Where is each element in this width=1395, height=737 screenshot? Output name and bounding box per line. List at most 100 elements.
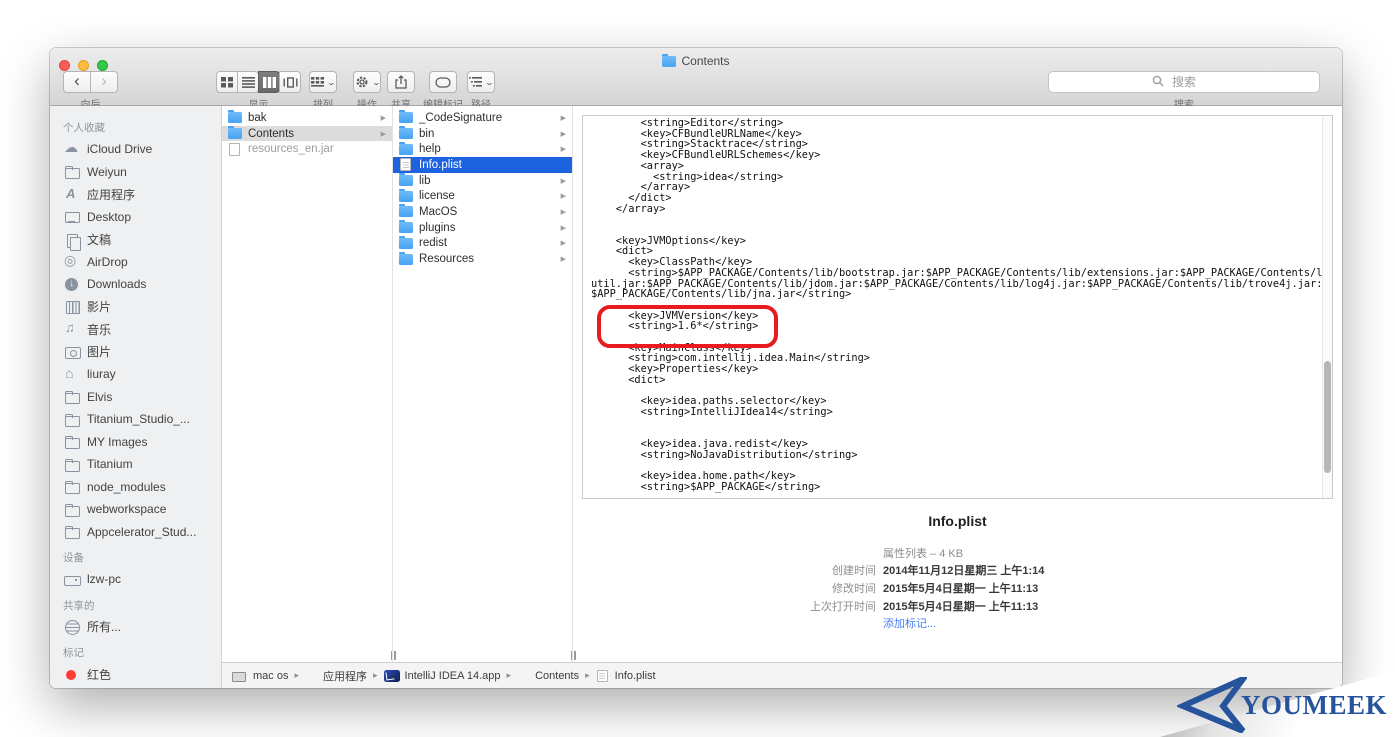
sidebar-item-label: MY Images	[87, 435, 147, 449]
action-button[interactable]: ⌄	[353, 71, 381, 93]
sidebar-item[interactable]: Titanium	[50, 453, 221, 476]
breadcrumb-item[interactable]: IntelliJ IDEA 14.app	[367, 670, 501, 682]
sidebar-item-label: 图片	[87, 343, 111, 360]
column-view-icon	[263, 77, 276, 88]
icon-view-button[interactable]	[216, 71, 238, 93]
search-input[interactable]	[1048, 71, 1320, 93]
finder-window: Contents ‹ › 向后	[50, 48, 1342, 688]
blue-folder-icon	[228, 112, 242, 123]
file-row[interactable]: license ▶	[393, 188, 572, 204]
back-button[interactable]: ‹	[63, 71, 91, 93]
watermark-text: YOUMEEK	[1241, 690, 1387, 721]
info-value: 2015年5月4日星期一 上午11:13	[883, 580, 1038, 596]
sidebar-item[interactable]: iCloud Drive	[50, 138, 221, 161]
grid-view-icon	[221, 77, 234, 88]
share-button[interactable]	[387, 71, 415, 93]
sidebar-item[interactable]: lzw-pc	[50, 568, 221, 591]
gray-folder-icon	[64, 389, 80, 404]
sidebar-item[interactable]: Titanium_Studio_...	[50, 408, 221, 431]
share-icon	[395, 75, 407, 89]
chevron-down-icon: ⌄	[327, 78, 336, 87]
file-row[interactable]: redist ▶	[393, 236, 572, 252]
arrange-button[interactable]: ⌄	[309, 71, 337, 93]
sidebar-item[interactable]: Elvis	[50, 386, 221, 409]
file-row[interactable]: help ▶	[393, 141, 572, 157]
blue-folder-icon	[399, 238, 413, 249]
sidebar-item[interactable]: 红色	[50, 663, 221, 686]
forward-button[interactable]: ›	[90, 71, 118, 93]
desktop-background: Contents ‹ › 向后	[0, 0, 1395, 737]
sidebar-item[interactable]: 音乐	[50, 318, 221, 341]
column-resize-handle[interactable]	[568, 651, 578, 660]
preview-scrollbar-thumb[interactable]	[1324, 361, 1331, 473]
file-info-row: 修改时间 2015年5月4日星期一 上午11:13	[574, 579, 1342, 597]
path-button[interactable]: ⌄	[467, 71, 495, 93]
airdrop-icon	[64, 254, 80, 269]
sidebar-item[interactable]: Desktop	[50, 206, 221, 229]
sidebar-item[interactable]: liuray	[50, 363, 221, 386]
arrange-icon	[311, 77, 324, 87]
file-row[interactable]: Info.plist	[393, 157, 572, 173]
file-row[interactable]: bak ▶	[222, 110, 392, 126]
sidebar-item-label: Appcelerator_Stud...	[87, 525, 196, 539]
file-name: license	[419, 190, 561, 202]
sidebar-item[interactable]: 文稿	[50, 228, 221, 251]
sidebar-item[interactable]: Downloads	[50, 273, 221, 296]
sidebar-item[interactable]: MY Images	[50, 431, 221, 454]
column-view-button[interactable]	[258, 71, 280, 93]
file-name: bin	[419, 128, 561, 140]
edit-tags-button[interactable]	[429, 71, 457, 93]
disclosure-arrow-icon: ▶	[561, 255, 566, 263]
sidebar-item-label: Titanium	[87, 457, 133, 471]
path-bar: mac os 应用程序 IntelliJ IDEA 14.app Content…	[222, 662, 1342, 688]
arrange-group: ⌄ 排列	[309, 71, 337, 111]
tags-group: 编辑标记	[423, 71, 463, 111]
sidebar-item[interactable]: 图片	[50, 341, 221, 364]
list-view-button[interactable]	[237, 71, 259, 93]
sidebar-item[interactable]: Weiyun	[50, 161, 221, 184]
path-icon	[469, 77, 482, 87]
file-name: Resources	[419, 253, 561, 265]
sidebar-item[interactable]: node_modules	[50, 476, 221, 499]
gear-icon	[355, 75, 369, 89]
breadcrumb-item[interactable]: 应用程序	[288, 668, 367, 684]
disclosure-arrow-icon: ▶	[561, 224, 566, 232]
breadcrumb-item[interactable]: mac os	[232, 670, 288, 682]
gray-folder-icon	[64, 524, 80, 539]
file-row[interactable]: _CodeSignature ▶	[393, 110, 572, 126]
sidebar-item-label: Downloads	[87, 277, 146, 291]
file-row[interactable]: bin ▶	[393, 126, 572, 142]
column-resize-handle[interactable]	[388, 651, 398, 660]
breadcrumb-item[interactable]: Contents	[501, 670, 580, 682]
sidebar-item[interactable]: AirDrop	[50, 251, 221, 274]
file-row[interactable]: MacOS ▶	[393, 204, 572, 220]
coverflow-view-button[interactable]	[279, 71, 301, 93]
breadcrumb-item[interactable]: Info.plist	[579, 670, 656, 682]
sidebar-item-label: iCloud Drive	[87, 142, 152, 156]
sidebar-item[interactable]: 所有...	[50, 616, 221, 639]
file-row[interactable]: Resources ▶	[393, 251, 572, 267]
breadcrumb-label: mac os	[253, 670, 288, 682]
file-row[interactable]: resources_en.jar	[222, 141, 392, 157]
intellij-icon	[384, 670, 400, 682]
sidebar-section: 设备 lzw-pc	[50, 543, 221, 591]
preview-scrollbar-track[interactable]	[1322, 116, 1332, 498]
chevron-down-icon: ⌄	[485, 78, 494, 87]
sidebar-item[interactable]: 影片	[50, 296, 221, 319]
file-row[interactable]: Contents ▶	[222, 126, 392, 142]
blue-folder-icon	[399, 254, 413, 265]
sidebar-item[interactable]: webworkspace	[50, 498, 221, 521]
info-value: 2015年5月4日星期一 上午11:13	[883, 598, 1038, 614]
blue-folder-icon	[399, 144, 413, 155]
gray-folder-icon	[64, 502, 80, 517]
file-name: _CodeSignature	[419, 112, 561, 124]
file-name: bak	[248, 112, 381, 124]
file-row[interactable]: plugins ▶	[393, 220, 572, 236]
downloads-icon	[64, 277, 80, 292]
sidebar-item[interactable]: 应用程序	[50, 183, 221, 206]
file-row[interactable]: lib ▶	[393, 173, 572, 189]
sidebar-item-label: 影片	[87, 298, 111, 315]
sidebar-item[interactable]: Appcelerator_Stud...	[50, 521, 221, 544]
sidebar-item-label: liuray	[87, 367, 116, 381]
blue-folder-icon	[228, 128, 242, 139]
